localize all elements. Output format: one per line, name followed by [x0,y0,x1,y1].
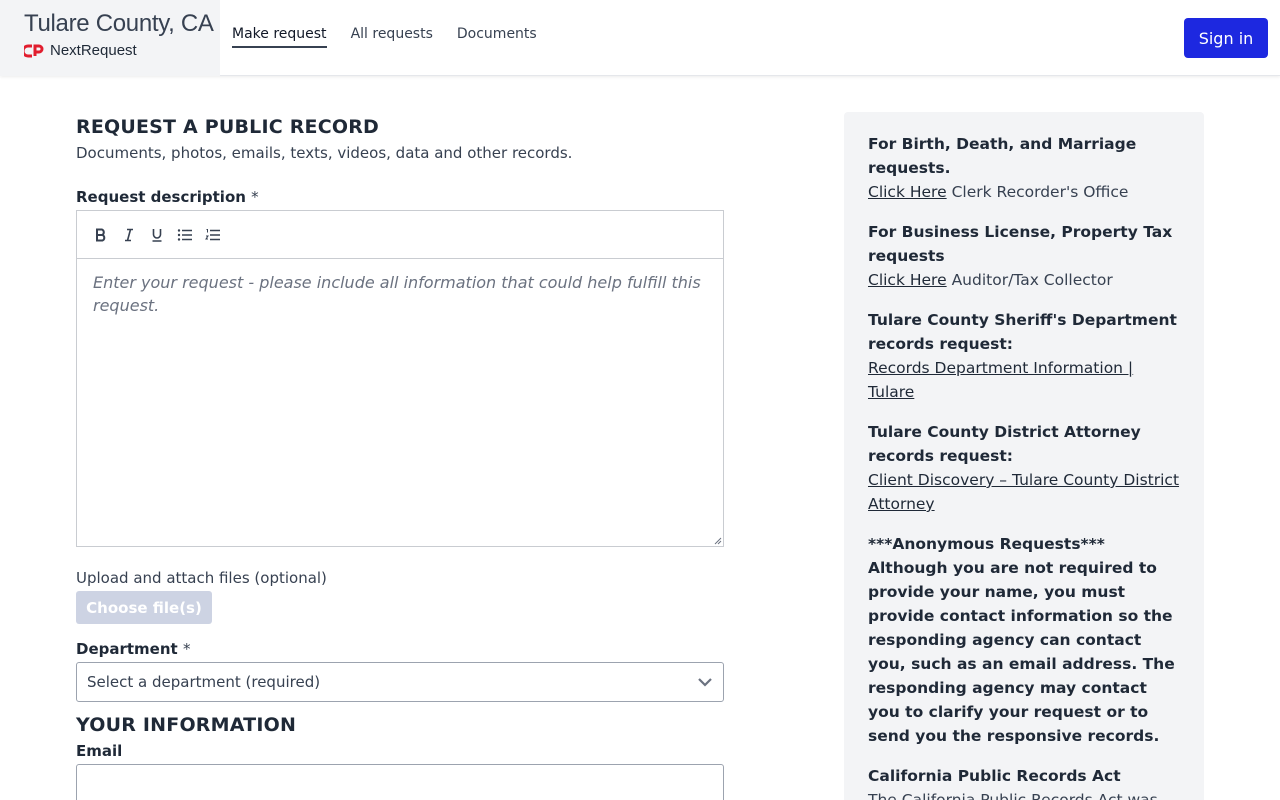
choose-files-button[interactable]: Choose file(s) [76,591,212,624]
page-subtitle: Documents, photos, emails, texts, videos… [76,144,573,162]
sign-in-button[interactable]: Sign in [1184,18,1268,58]
resize-handle-icon[interactable] [712,535,722,545]
cpra-title: California Public Records Act [868,767,1121,785]
sheriff-title: Tulare County Sheriff's Department recor… [868,311,1177,353]
description-input[interactable]: Enter your request - please include all … [77,259,723,329]
chevron-down-icon [698,678,712,687]
brand-panel[interactable]: Tulare County, CA NextRequest [0,0,220,76]
top-header: Tulare County, CA NextRequest Make reque… [0,0,1280,76]
description-label-text: Request description [76,188,246,206]
nav-all-requests[interactable]: All requests [351,26,433,48]
department-select-value: Select a department (required) [87,673,321,691]
sheriff-block: Tulare County Sheriff's Department recor… [868,308,1180,404]
cpra-text: The California Public Records Act was [868,791,1158,800]
birth-title: For Birth, Death, and Marriage requests. [868,135,1137,177]
nextrequest-logo: NextRequest [24,42,196,59]
underline-icon[interactable] [147,225,167,245]
bullet-list-icon[interactable] [175,225,195,245]
editor-toolbar [77,211,723,259]
business-title: For Business License, Property Tax reque… [868,223,1173,265]
page-title: REQUEST A PUBLIC RECORD [76,116,380,138]
birth-death-marriage-block: For Birth, Death, and Marriage requests.… [868,132,1180,204]
business-office-text: Auditor/Tax Collector [951,271,1113,289]
department-label-text: Department [76,640,178,658]
your-information-title: YOUR INFORMATION [76,714,297,736]
birth-click-here-link[interactable]: Click Here [868,183,947,201]
anonymous-title: ***Anonymous Requests*** [868,535,1105,553]
bold-icon[interactable] [91,225,111,245]
birth-office-text: Clerk Recorder's Office [951,183,1129,201]
department-select[interactable]: Select a department (required) [76,662,724,702]
anonymous-text: Although you are not required to provide… [868,559,1175,745]
main-nav: Make request All requests Documents [232,26,537,48]
nav-make-request[interactable]: Make request [232,26,327,48]
description-label: Request description * [76,188,724,206]
numbered-list-icon[interactable] [203,225,223,245]
required-mark: * [251,188,259,206]
cpra-block: California Public Records Act The Califo… [868,764,1180,800]
nav-documents[interactable]: Documents [457,26,537,48]
business-tax-block: For Business License, Property Tax reque… [868,220,1180,292]
request-form: REQUEST A PUBLIC RECORD Documents, photo… [76,112,724,800]
sheriff-records-link[interactable]: Records Department Information | Tulare [868,356,1180,404]
nextrequest-logo-icon [24,44,44,57]
brand-sub-label: NextRequest [50,42,137,59]
description-editor: Enter your request - please include all … [76,210,724,547]
email-label: Email [76,742,123,760]
italic-icon[interactable] [119,225,139,245]
email-field[interactable] [76,764,724,800]
business-click-here-link[interactable]: Click Here [868,271,947,289]
anonymous-requests-block: ***Anonymous Requests*** Although you ar… [868,532,1180,748]
da-client-discovery-link[interactable]: Client Discovery – Tulare County Distric… [868,468,1180,516]
district-attorney-block: Tulare County District Attorney records … [868,420,1180,516]
brand-title: Tulare County, CA [24,10,214,37]
da-title: Tulare County District Attorney records … [868,423,1141,465]
department-label: Department * [76,640,724,658]
upload-label: Upload and attach files (optional) [76,569,327,587]
info-sidebar: For Birth, Death, and Marriage requests.… [844,112,1204,800]
required-mark: * [182,640,191,658]
